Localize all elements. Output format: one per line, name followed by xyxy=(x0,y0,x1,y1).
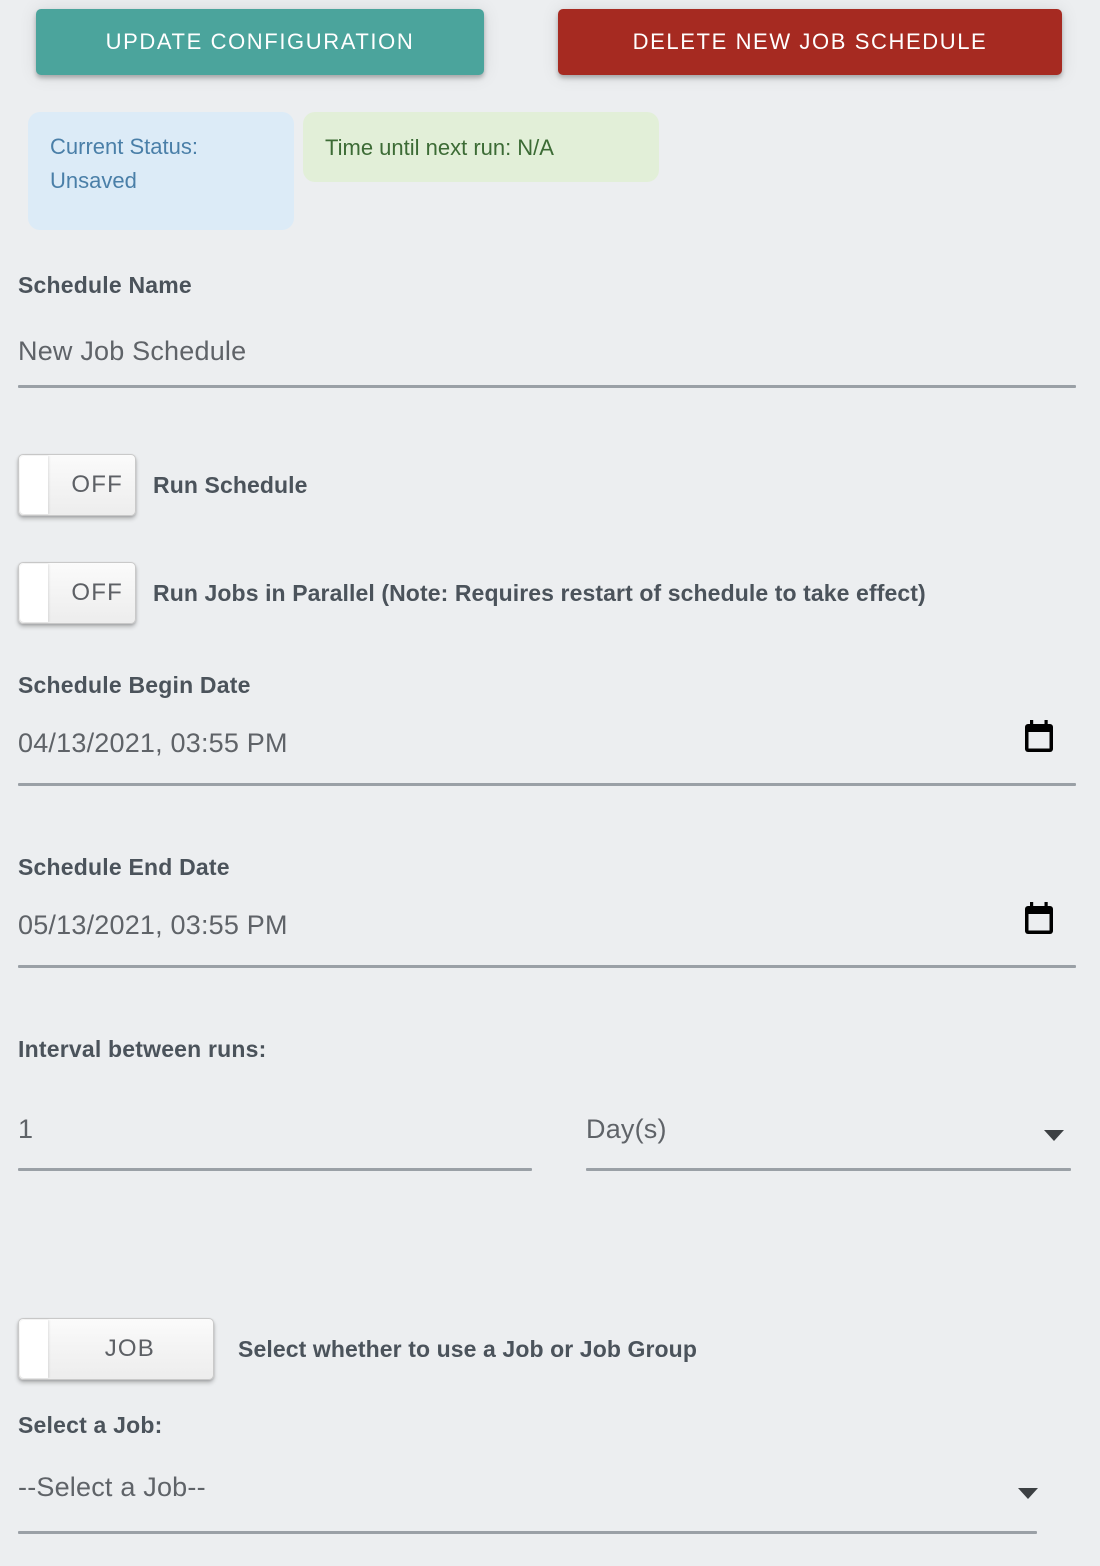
interval-amount-input[interactable]: 1 xyxy=(18,1114,33,1145)
job-mode-label: Select whether to use a Job or Job Group xyxy=(238,1335,697,1362)
calendar-icon[interactable] xyxy=(1023,720,1055,753)
end-date-input[interactable]: 05/13/2021, 03:55 PM xyxy=(18,910,288,941)
interval-amount-underline xyxy=(18,1168,532,1171)
schedule-name-input[interactable]: New Job Schedule xyxy=(18,336,246,367)
run-schedule-row: OFF Run Schedule xyxy=(18,454,308,516)
current-status-badge: Current Status: Unsaved xyxy=(28,112,294,230)
begin-date-label: Schedule Begin Date xyxy=(18,672,251,698)
job-mode-row: JOB Select whether to use a Job or Job G… xyxy=(18,1318,697,1380)
interval-unit-underline xyxy=(586,1168,1071,1171)
next-run-badge: Time until next run: N/A xyxy=(303,112,659,182)
job-select-underline xyxy=(18,1531,1037,1534)
run-parallel-row: OFF Run Jobs in Parallel (Note: Requires… xyxy=(18,562,926,624)
toggle-knob xyxy=(20,456,48,514)
current-status-label: Current Status: xyxy=(50,134,198,159)
current-status-value: Unsaved xyxy=(50,168,137,194)
begin-date-underline xyxy=(18,783,1076,786)
delete-job-schedule-button[interactable]: DELETE NEW JOB SCHEDULE xyxy=(558,9,1062,75)
schedule-name-label: Schedule Name xyxy=(18,272,192,298)
run-schedule-label: Run Schedule xyxy=(153,471,308,498)
begin-date-input[interactable]: 04/13/2021, 03:55 PM xyxy=(18,728,288,759)
toggle-knob xyxy=(20,564,48,622)
update-configuration-button[interactable]: UPDATE CONFIGURATION xyxy=(36,9,484,75)
interval-unit-select[interactable]: Day(s) xyxy=(586,1114,667,1145)
next-run-label: Time until next run: xyxy=(325,135,512,160)
action-button-bar: UPDATE CONFIGURATION DELETE NEW JOB SCHE… xyxy=(0,0,1100,95)
schedule-name-underline xyxy=(18,385,1076,388)
toggle-knob xyxy=(20,1320,48,1378)
chevron-down-icon[interactable] xyxy=(1044,1130,1064,1141)
job-select-label: Select a Job: xyxy=(18,1412,163,1438)
run-schedule-toggle-state: OFF xyxy=(71,471,123,498)
status-chip-row: Current Status: Unsaved Time until next … xyxy=(0,112,1100,237)
run-schedule-toggle[interactable]: OFF xyxy=(18,454,136,516)
job-select-dropdown[interactable]: --Select a Job-- xyxy=(18,1472,206,1503)
interval-label: Interval between runs: xyxy=(18,1036,267,1062)
run-parallel-label: Run Jobs in Parallel (Note: Requires res… xyxy=(153,579,926,606)
calendar-icon[interactable] xyxy=(1023,902,1055,935)
end-date-label: Schedule End Date xyxy=(18,854,230,880)
job-mode-toggle-state: JOB xyxy=(104,1335,155,1362)
run-parallel-toggle[interactable]: OFF xyxy=(18,562,136,624)
run-parallel-toggle-state: OFF xyxy=(71,579,123,606)
job-mode-toggle[interactable]: JOB xyxy=(18,1318,214,1380)
end-date-underline xyxy=(18,965,1076,968)
next-run-value: N/A xyxy=(517,135,554,160)
chevron-down-icon[interactable] xyxy=(1018,1488,1038,1499)
